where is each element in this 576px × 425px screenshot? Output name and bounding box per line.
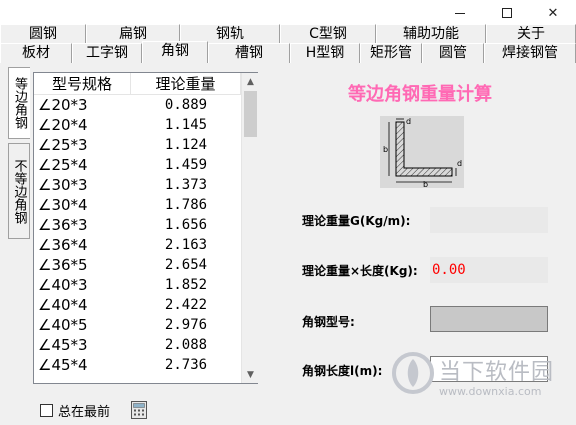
list-item[interactable]: ∠45*4 2.736 (34, 355, 241, 375)
scroll-down-icon[interactable]: ▼ (242, 366, 259, 383)
list-item[interactable]: ∠20*4 1.145 (34, 115, 241, 135)
column-header-weight[interactable]: 理论重量 (131, 73, 241, 95)
weight-cell: 1.373 (164, 177, 208, 193)
spec-cell: ∠36*5 (38, 256, 88, 274)
scroll-up-icon[interactable]: ▲ (242, 73, 259, 90)
always-on-top-checkbox[interactable] (40, 404, 53, 417)
spec-cell: ∠40*3 (38, 276, 88, 294)
weight-cell: 1.459 (164, 157, 208, 173)
watermark-url: www.downxia.com (439, 385, 542, 398)
angle-steel-diagram: d b b d (380, 116, 464, 189)
list-item[interactable]: ∠25*4 1.459 (34, 155, 241, 175)
tab-round-tube[interactable]: 圆管 (422, 43, 484, 63)
tab-i-beam[interactable]: 工字钢 (72, 43, 142, 63)
list-item[interactable]: ∠40*3 1.852 (34, 275, 241, 295)
spec-cell: ∠20*4 (38, 116, 88, 134)
diagram-label-d-top: d (406, 117, 411, 126)
list-item[interactable]: ∠36*4 2.163 (34, 235, 241, 255)
list-header: 型号规格 理论重量 (34, 73, 241, 95)
tab-channel[interactable]: 槽钢 (208, 43, 290, 63)
angle-type-field[interactable] (430, 306, 548, 332)
spec-cell: ∠30*3 (38, 176, 88, 194)
total-weight-output: 0.00 (430, 257, 548, 283)
always-on-top-option[interactable]: 总在最前 (40, 401, 110, 420)
vtab-equal-angle[interactable]: 等边角钢 (8, 67, 30, 139)
tab-c-steel[interactable]: C型钢 (280, 24, 376, 44)
tab-h-beam[interactable]: H型钢 (290, 43, 360, 63)
weight-cell: 2.976 (164, 317, 208, 333)
maximize-button[interactable] (484, 0, 530, 26)
maximize-icon (502, 8, 512, 18)
diagram-label-b-side: b (383, 145, 388, 154)
list-item[interactable]: ∠20*3 0.889 (34, 95, 241, 115)
spec-cell: ∠40*5 (38, 316, 88, 334)
list-item[interactable]: ∠30*3 1.373 (34, 175, 241, 195)
calc-title: 等边角钢重量计算 (348, 84, 492, 105)
weight-cell: 1.786 (164, 197, 208, 213)
spec-cell: ∠25*4 (38, 156, 88, 174)
watermark-logo-icon (392, 352, 434, 394)
weight-cell: 2.088 (164, 337, 208, 353)
weight-cell: 1.145 (164, 117, 208, 133)
list-scrollbar[interactable]: ▲ ▼ (241, 73, 258, 383)
close-icon: ✕ (547, 5, 559, 21)
list-item[interactable]: ∠30*4 1.786 (34, 195, 241, 215)
list-body: ∠20*3 0.889 ∠20*4 1.145 ∠25*3 1.124 ∠25*4 1.… (34, 95, 241, 375)
label-theoretical-weight: 理论重量G(Kg/m): (302, 214, 411, 228)
watermark: 当下软件园 www.downxia.com (392, 350, 576, 410)
calculator-icon[interactable] (131, 401, 147, 419)
list-item[interactable]: ∠36*3 1.656 (34, 215, 241, 235)
angle-steel-diagram-icon: d b b d (380, 116, 464, 189)
weight-cell: 1.124 (164, 137, 208, 153)
diagram-label-d-right: d (457, 159, 462, 168)
tab-rect-tube[interactable]: 矩形管 (360, 43, 422, 63)
minimize-button[interactable] (437, 0, 483, 26)
spec-cell: ∠30*4 (38, 196, 88, 214)
tab-round-steel[interactable]: 圆钢 (0, 24, 86, 44)
spec-list[interactable]: 型号规格 理论重量 ∠20*3 0.889 ∠20*4 1.145 ∠25*3 1.1… (33, 72, 258, 384)
tab-plate[interactable]: 板材 (0, 43, 72, 63)
weight-cell: 2.654 (164, 257, 208, 273)
spec-cell: ∠40*4 (38, 296, 88, 314)
spec-cell: ∠45*3 (38, 336, 88, 354)
list-item[interactable]: ∠25*3 1.124 (34, 135, 241, 155)
tab-welded-pipe[interactable]: 焊接钢管 (484, 43, 576, 63)
weight-cell: 0.889 (164, 97, 208, 113)
vtab-unequal-angle[interactable]: 不等边角钢 (8, 143, 30, 239)
tab-row-1: 圆钢 扁钢 钢轨 C型钢 辅助功能 关于 (0, 24, 576, 44)
weight-cell: 1.656 (164, 217, 208, 233)
list-item[interactable]: ∠36*5 2.654 (34, 255, 241, 275)
theoretical-weight-output (430, 207, 548, 233)
tab-auxiliary[interactable]: 辅助功能 (376, 24, 486, 44)
minimize-icon (455, 12, 465, 14)
list-item[interactable]: ∠40*5 2.976 (34, 315, 241, 335)
close-button[interactable]: ✕ (530, 0, 576, 26)
spec-cell: ∠45*4 (38, 356, 88, 374)
label-angle-type: 角钢型号: (302, 315, 355, 329)
diagram-label-b-bottom: b (423, 180, 428, 188)
list-item[interactable]: ∠40*4 2.422 (34, 295, 241, 315)
label-total-weight: 理论重量×长度(Kg): (302, 264, 418, 278)
weight-cell: 1.852 (164, 277, 208, 293)
weight-cell: 2.736 (164, 357, 208, 373)
tab-angle-steel[interactable]: 角钢 (142, 41, 208, 63)
spec-cell: ∠25*3 (38, 136, 88, 154)
column-header-spec[interactable]: 型号规格 (34, 73, 131, 95)
weight-cell: 2.422 (164, 297, 208, 313)
spec-cell: ∠36*3 (38, 216, 88, 234)
title-bar: ✕ (0, 0, 576, 26)
tab-row-2: 板材 工字钢 角钢 槽钢 H型钢 矩形管 圆管 焊接钢管 (0, 41, 576, 63)
tab-about[interactable]: 关于 (486, 24, 576, 44)
spec-cell: ∠20*3 (38, 96, 88, 114)
watermark-text: 当下软件园 (439, 360, 555, 385)
scroll-thumb[interactable] (244, 91, 257, 137)
weight-cell: 2.163 (164, 237, 208, 253)
always-on-top-label: 总在最前 (58, 405, 111, 420)
list-item[interactable]: ∠45*3 2.088 (34, 335, 241, 355)
label-angle-length: 角钢长度l(m): (302, 364, 383, 378)
spec-cell: ∠36*4 (38, 236, 88, 254)
